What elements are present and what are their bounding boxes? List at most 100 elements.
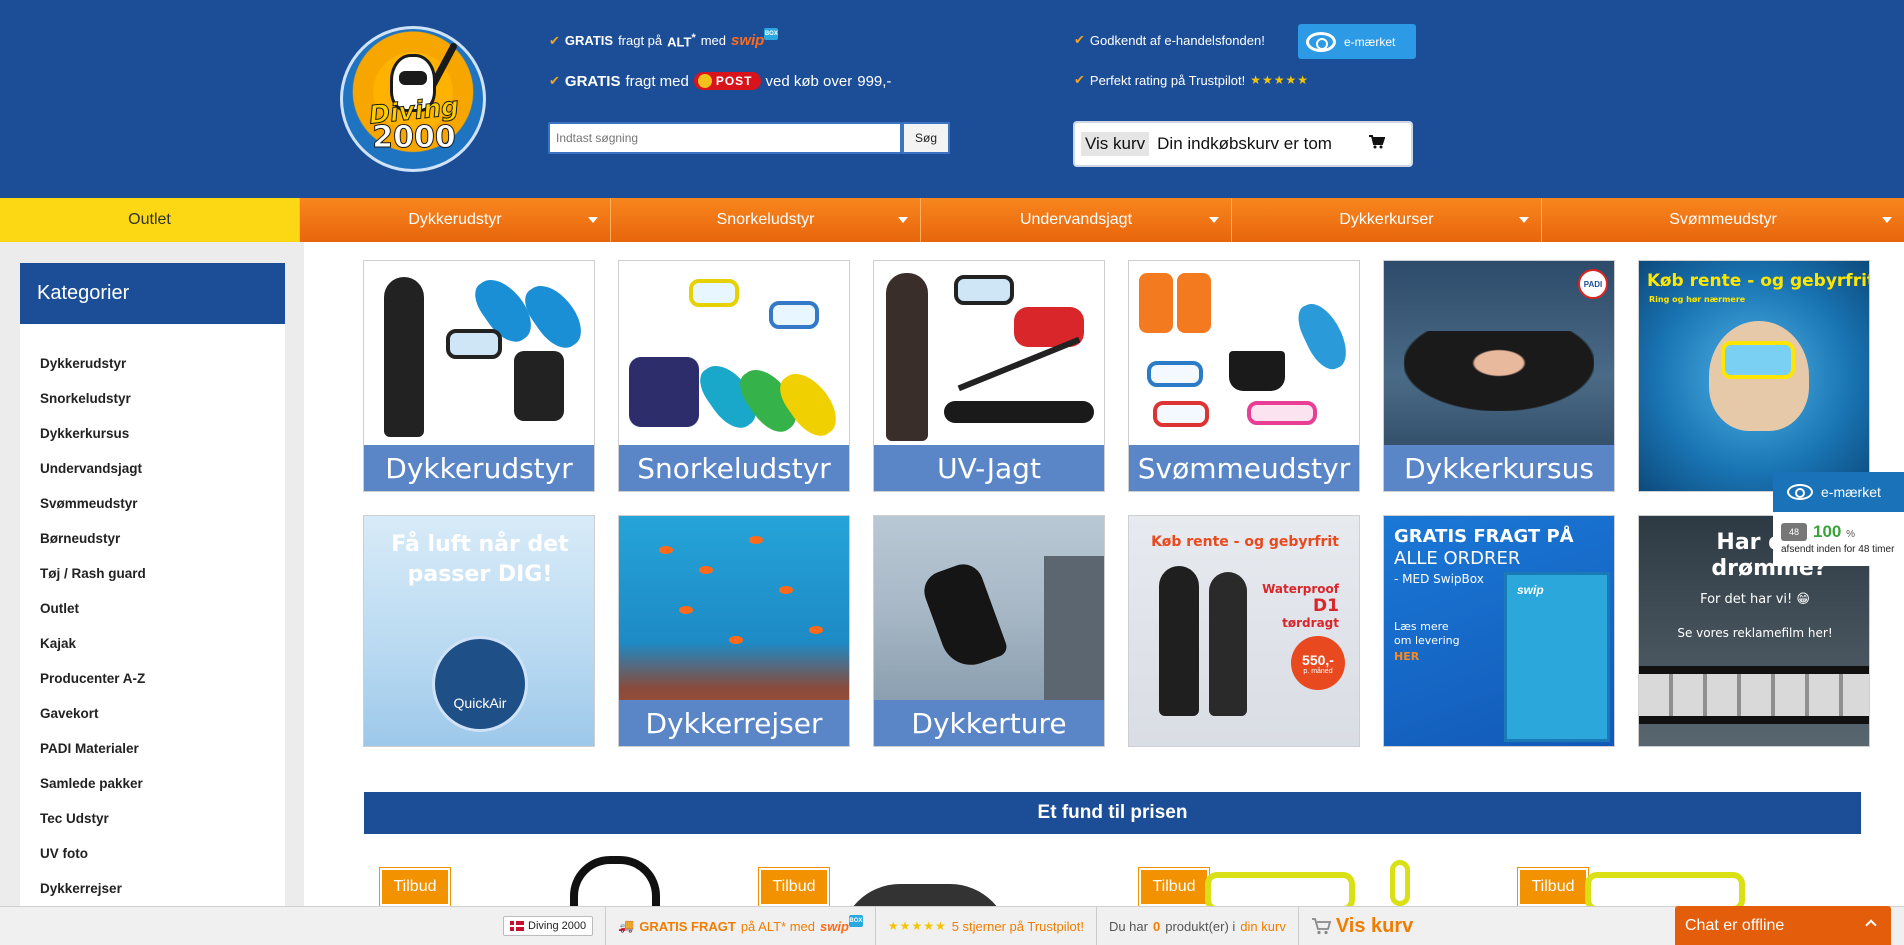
sidebar-item-samlede-pakker[interactable]: Samlede pakker [20,766,285,801]
nav-item-dykkerudstyr[interactable]: Dykkerudstyr [299,198,610,242]
tile-dykkerudstyr[interactable]: Dykkerudstyr [363,260,595,492]
offer-badge: Tilbud [1139,868,1209,906]
main-nav: Outlet Dykkerudstyr Snorkeludstyr Underv… [0,198,1904,242]
view-cart-label[interactable]: Vis kurv [1081,132,1150,156]
cart-icon[interactable] [1369,135,1385,149]
tile-drysuit-model: D1 [1313,596,1339,616]
basket-link[interactable]: din kurv [1240,919,1286,934]
tile-uv-jagt[interactable]: UV-Jagt [873,260,1105,492]
offer-badge: Tilbud [380,868,450,906]
bottom-bar: Diving 2000 🚚 GRATIS FRAGT på ALT* med s… [0,906,1904,945]
tile-swipbox-line5: om levering [1394,634,1460,647]
padi-logo: PADI [1578,269,1608,299]
site-logo[interactable]: Diving 2000 [340,26,486,172]
check-icon: ✔ [549,73,560,88]
chevron-down-icon [588,217,598,223]
snorkel-gear-image [619,261,849,447]
floating-emaerket-badge[interactable]: e-mærket [1773,472,1904,512]
sidebar-item-kajak[interactable]: Kajak [20,626,285,661]
nav-item-svommeudstyr[interactable]: Svømmeudstyr [1541,198,1904,242]
post-logo: POST [693,72,761,90]
sidebar-item-svommeudstyr[interactable]: Svømmeudstyr [20,486,285,521]
header-cart[interactable]: Vis kurv Din indkøbskurv er tom [1073,121,1413,167]
sidebar-item-outlet[interactable]: Outlet [20,591,285,626]
tile-svommeudstyr[interactable]: Svømmeudstyr [1128,260,1360,492]
chevron-down-icon [898,217,908,223]
delivery-stat-badge: 48 100 % afsendt inden for 48 timer [1773,512,1904,566]
tile-finance-subtitle: Ring og hør nærmere [1649,295,1746,304]
promo-section-title: Et fund til prisen [364,792,1861,834]
check-icon: ✔ [1074,72,1085,87]
search-input[interactable] [548,122,902,154]
swipbox-locker-icon: swip [1504,572,1610,742]
tile-dykkerkursus[interactable]: PADI Dykkerkursus [1383,260,1615,492]
price-badge: 550,- p. måned [1291,636,1345,690]
site-header: Diving 2000 ✔ GRATIS fragt på ALT* med s… [0,0,1904,198]
spearfishing-gear-image [874,261,1104,447]
tile-swipbox[interactable]: GRATIS FRAGT PÅ ALLE ORDRER - MED SwipBo… [1383,515,1615,747]
tile-drysuit-type: tørdragt [1282,616,1339,630]
swipbox-logo: swip BOX [731,28,779,49]
eye-icon [1787,484,1813,500]
cart-icon [1311,918,1331,935]
check-icon: ✔ [1074,32,1085,47]
nav-item-outlet[interactable]: Outlet [0,198,299,242]
chat-widget[interactable]: Chat er offline [1675,906,1891,945]
tile-swipbox-line1: GRATIS FRAGT PÅ [1394,526,1574,547]
cart-status: Din indkøbskurv er tom [1157,134,1332,153]
tile-quickair[interactable]: Få luft når det passer DIG! QuickAir [363,515,595,747]
sidebar-item-borneudstyr[interactable]: Børneudstyr [20,521,285,556]
offer-badge: Tilbud [759,868,829,906]
search-button[interactable]: Søg [902,122,950,154]
sidebar-item-dykkerudstyr[interactable]: Dykkerudstyr [20,346,285,381]
nav-item-snorkeludstyr[interactable]: Snorkeludstyr [610,198,920,242]
sidebar-item-toj-rash-guard[interactable]: Tøj / Rash guard [20,556,285,591]
sidebar-item-snorkeludstyr[interactable]: Snorkeludstyr [20,381,285,416]
tile-dykkerrejser[interactable]: Dykkerrejser [618,515,850,747]
sidebar-item-gavekort[interactable]: Gavekort [20,696,285,731]
search-bar: Søg [548,122,950,154]
product-image[interactable] [1390,860,1410,906]
rating-stars: ★★★★★ [1250,73,1310,87]
sidebar-item-producenter[interactable]: Producenter A-Z [20,661,285,696]
sidebar-item-dykkerkursus[interactable]: Dykkerkursus [20,416,285,451]
nav-item-dykkerkurser[interactable]: Dykkerkurser [1231,198,1541,242]
tile-drysuit-product: Waterproof [1262,582,1339,596]
swimming-gear-image [1129,261,1359,447]
emaerket-badge[interactable]: e-mærket [1298,24,1416,59]
tile-film-line4: Se vores reklamefilm her! [1677,626,1833,640]
tile-label: Dykkerture [874,700,1104,746]
bottom-rating[interactable]: ★★★★★ 5 stjerner på Trustpilot! [876,906,1097,945]
sidebar-item-uv-foto[interactable]: UV foto [20,836,285,871]
sidebar-item-dykkerrejser[interactable]: Dykkerrejser [20,871,285,906]
product-image[interactable] [570,856,660,906]
check-icon: ✔ [549,32,560,48]
nav-item-undervandsjagt[interactable]: Undervandsjagt [920,198,1231,242]
tile-drysuit-offer[interactable]: Køb rente - og gebyrfrit Waterproof D1 t… [1128,515,1360,747]
bottom-shipping-info: 🚚 GRATIS FRAGT på ALT* med swip BOX [605,906,876,945]
tile-drysuit-title: Køb rente - og gebyrfrit [1151,534,1339,550]
tile-label: Dykkerkursus [1384,445,1614,491]
tile-label: Dykkerudstyr [364,445,594,491]
chevron-down-icon [1209,217,1219,223]
sidebar-item-padi-materialer[interactable]: PADI Materialer [20,731,285,766]
chevron-down-icon [1882,217,1892,223]
chevron-up-icon [1865,919,1877,931]
quickair-logo: QuickAir [432,636,528,732]
filmstrip-image [1639,666,1869,724]
tile-finance-offer[interactable]: Køb rente - og gebyrfrit Ring og hør nær… [1638,260,1870,492]
category-sidebar: Kategorier Dykkerudstyr Snorkeludstyr Dy… [20,263,285,945]
bottom-cart-button[interactable]: Vis kurv [1299,907,1425,945]
diving-gear-image [364,261,594,447]
tile-snorkeludstyr[interactable]: Snorkeludstyr [618,260,850,492]
tile-swipbox-line3: - MED SwipBox [1394,572,1484,586]
chevron-down-icon [1519,217,1529,223]
tile-dykkerture[interactable]: Dykkerture [873,515,1105,747]
sidebar-item-undervandsjagt[interactable]: Undervandsjagt [20,451,285,486]
sidebar-item-tec-udstyr[interactable]: Tec Udstyr [20,801,285,836]
shop-selector[interactable]: Diving 2000 [503,916,594,936]
usp-approved: ✔ Godkendt af e-handelsfonden! [1074,32,1265,48]
sidebar-title: Kategorier [20,263,285,324]
tile-label: Dykkerrejser [619,700,849,746]
truck-icon: 48 [1781,523,1807,541]
